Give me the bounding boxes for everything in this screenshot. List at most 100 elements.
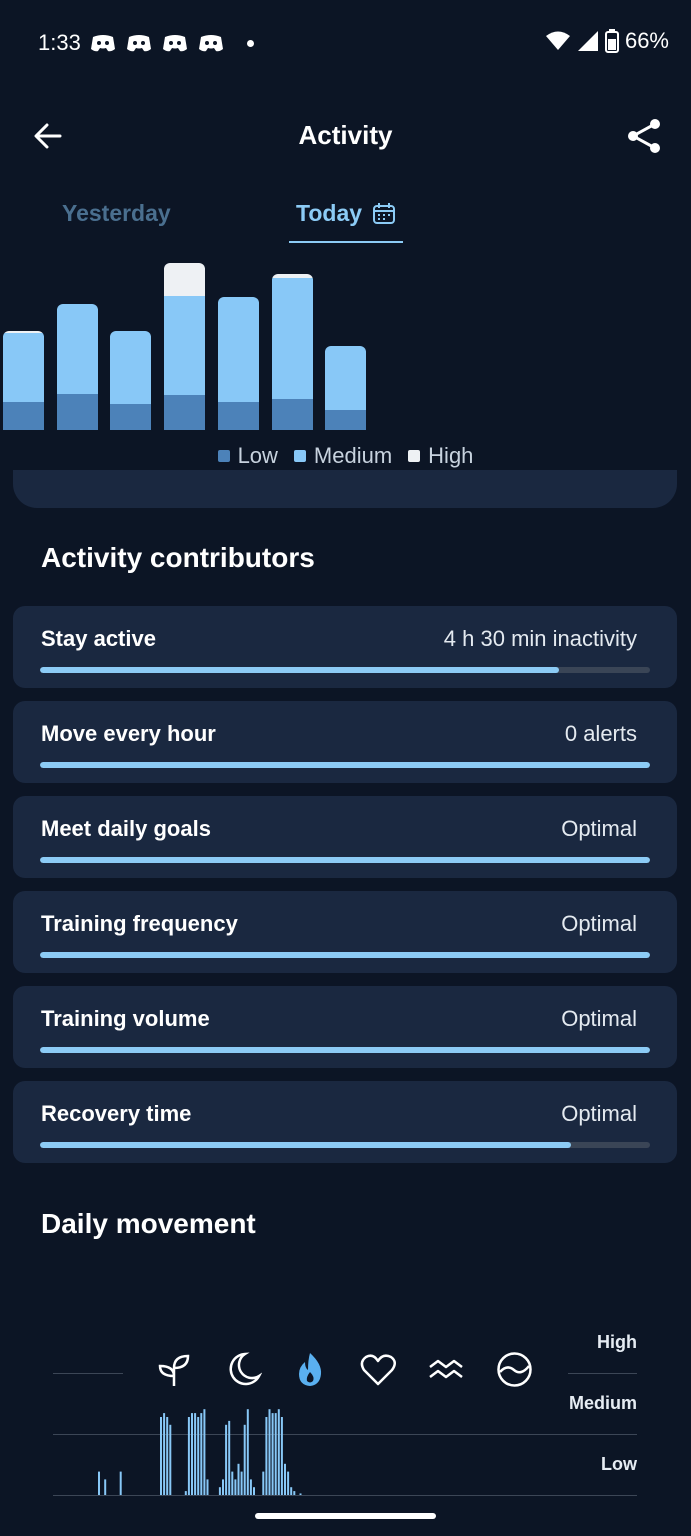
movement-bar (243, 1424, 246, 1495)
contributor-card[interactable]: Move every hour 0 alerts (13, 701, 677, 783)
system-status: 66% (545, 28, 669, 54)
more-notifications-dot (247, 40, 254, 47)
weekly-bar-low-segment (110, 404, 152, 430)
contributor-card[interactable]: Training frequency Optimal (13, 891, 677, 973)
weekly-bar[interactable] (325, 346, 367, 430)
tab-selected-indicator (289, 241, 403, 243)
movement-bar (222, 1479, 224, 1495)
weekly-bar-high-segment (164, 263, 206, 296)
legend-high: High (408, 443, 473, 469)
movement-bar (253, 1487, 255, 1495)
movement-bar (284, 1463, 286, 1495)
legend-low-swatch (217, 450, 230, 462)
contributor-label: Training volume (41, 1006, 210, 1031)
legend-high-label: High (428, 443, 474, 468)
tab-today-label: Today (296, 200, 363, 226)
movement-bar (191, 1413, 193, 1495)
contributor-progress-track (40, 1142, 650, 1148)
wifi-icon (545, 31, 570, 50)
movement-bar (249, 1479, 252, 1495)
heart-icon[interactable] (359, 1350, 398, 1389)
share-icon[interactable] (623, 114, 667, 158)
movement-bar (240, 1471, 243, 1495)
weekly-bar[interactable] (110, 331, 152, 430)
battery-percentage: 66% (624, 28, 669, 53)
movement-bar (228, 1420, 231, 1495)
cellular-signal-icon (577, 31, 598, 51)
movement-bar (119, 1471, 122, 1495)
moon-icon[interactable] (223, 1350, 262, 1389)
movement-bar (197, 1417, 200, 1495)
contributor-value: Optimal (561, 816, 637, 841)
battery-icon (604, 29, 619, 53)
calendar-icon (373, 202, 396, 224)
contributor-value: Optimal (561, 1101, 637, 1126)
movement-bar (218, 1487, 221, 1495)
weekly-bar-low-segment (217, 402, 259, 430)
app-header: Activity (0, 100, 691, 172)
movement-bar (268, 1409, 271, 1495)
contributor-value: 0 alerts (564, 721, 637, 746)
movement-bar (271, 1413, 274, 1495)
legend-medium-label: Medium (313, 443, 393, 468)
weekly-bar[interactable] (164, 263, 206, 430)
weekly-bar[interactable] (271, 274, 313, 430)
contributor-card[interactable]: Stay active 4 h 30 min inactivity (13, 606, 677, 688)
movement-bar (293, 1491, 296, 1495)
contributor-progress-track (40, 667, 650, 673)
contributor-progress-fill (40, 857, 650, 863)
contributor-label: Recovery time (41, 1101, 192, 1126)
movement-bar (237, 1463, 240, 1495)
contributor-progress-fill (40, 952, 650, 958)
weekly-bar[interactable] (217, 297, 259, 430)
weekly-bar[interactable] (3, 331, 44, 430)
home-indicator[interactable] (255, 1513, 436, 1519)
discord-icon (163, 35, 187, 52)
weekly-bar-low-segment (56, 394, 98, 430)
weekly-activity-chart (0, 255, 691, 430)
weekly-bar-medium-segment (3, 333, 44, 402)
movement-bar (265, 1417, 268, 1495)
discord-icon (91, 35, 115, 52)
movement-bar (104, 1479, 107, 1495)
movement-bar (194, 1413, 197, 1495)
legend-low-label: Low (237, 443, 278, 468)
contributor-label: Stay active (41, 626, 156, 651)
contributor-card[interactable]: Meet daily goals Optimal (13, 796, 677, 878)
movement-bar (290, 1487, 293, 1495)
flame-icon[interactable] (291, 1350, 330, 1389)
movement-bar (287, 1471, 290, 1495)
waves-icon[interactable] (427, 1350, 466, 1389)
contributors-title: Activity contributors (41, 542, 315, 573)
movement-bar (184, 1491, 187, 1495)
status-bar: 1:33 66% (0, 0, 691, 90)
contributor-progress-track (40, 762, 650, 768)
movement-bar (206, 1479, 209, 1495)
movement-bar (187, 1417, 190, 1495)
weekly-bar-low-segment (325, 410, 367, 430)
tab-yesterday[interactable]: Yesterday (62, 200, 171, 227)
contributor-card[interactable]: Recovery time Optimal (13, 1081, 677, 1163)
weekly-bar-medium-segment (271, 278, 313, 399)
weekly-bar[interactable] (56, 304, 98, 430)
day-tabs: Yesterday Today (0, 190, 691, 246)
weekly-bar-medium-segment (110, 331, 152, 404)
weekly-bar-medium-segment (56, 304, 98, 394)
tab-today[interactable]: Today (296, 200, 396, 227)
contributor-progress-fill (40, 1142, 571, 1148)
movement-bar (231, 1471, 234, 1495)
weekly-bar-medium-segment (217, 297, 259, 402)
contributor-card[interactable]: Training volume Optimal (13, 986, 677, 1068)
weekly-bar-medium-segment (164, 296, 206, 395)
movement-bar (163, 1413, 166, 1495)
contributor-progress-track (40, 952, 650, 958)
movement-bar (262, 1471, 265, 1495)
movement-bar (234, 1479, 237, 1495)
discord-icon (127, 35, 151, 52)
daily-movement-title: Daily movement (41, 1208, 256, 1239)
sprout-icon[interactable] (155, 1350, 194, 1389)
contributor-label: Training frequency (41, 911, 238, 936)
stress-icon[interactable] (495, 1350, 534, 1389)
movement-icons (155, 1350, 534, 1389)
legend-medium: Medium (293, 443, 393, 469)
